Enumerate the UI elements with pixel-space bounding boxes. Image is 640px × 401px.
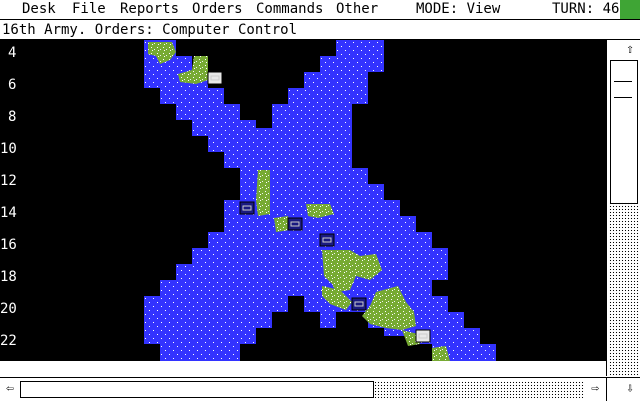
horizontal-scrollbar[interactable]: ⇦ ⇨: [0, 377, 606, 401]
row-label: 8: [8, 109, 17, 125]
menu-commands[interactable]: Commands: [256, 0, 323, 19]
row-label: 10: [0, 141, 17, 157]
vertical-scroll-trough[interactable]: [609, 202, 639, 376]
tank-unit-icon[interactable]: [351, 297, 367, 311]
up-arrow-icon: ⇧: [626, 42, 634, 57]
menu-desk[interactable]: Desk: [22, 0, 56, 19]
down-arrow-icon: ⇩: [626, 381, 634, 396]
scroll-right-button[interactable]: ⇨: [586, 381, 604, 397]
sea-water: [144, 40, 496, 361]
horizontal-scroll-track[interactable]: [18, 381, 586, 398]
status-bar: 16th Army. Orders: Computer Control: [0, 20, 640, 40]
row-label: 18: [0, 269, 17, 285]
hq-unit-icon[interactable]: [207, 71, 223, 85]
map-view[interactable]: 4 6 8 10 12 14 16 18 20 22 62 64 66 68 7…: [0, 40, 606, 361]
horizontal-scroll-trough[interactable]: [374, 381, 584, 398]
row-label: 22: [0, 333, 17, 349]
row-label: 12: [0, 173, 17, 189]
row-label: 20: [0, 301, 17, 317]
hq-unit-icon[interactable]: [415, 329, 431, 343]
vertical-scroll-track[interactable]: [609, 60, 639, 376]
menu-orders[interactable]: Orders: [192, 0, 243, 19]
row-label: 4: [8, 45, 17, 61]
status-text: 16th Army. Orders: Computer Control: [2, 22, 298, 38]
menu-reports[interactable]: Reports: [120, 0, 179, 19]
tank-unit-icon[interactable]: [287, 217, 303, 231]
window-accent: [620, 0, 640, 19]
vertical-scrollbar[interactable]: ⇧: [606, 40, 640, 376]
horizontal-scroll-thumb[interactable]: [20, 381, 374, 398]
scroll-left-button[interactable]: ⇦: [2, 381, 18, 397]
row-label: 14: [0, 205, 17, 221]
scroll-up-button[interactable]: ⇧: [621, 42, 639, 58]
tank-unit-icon[interactable]: [239, 201, 255, 215]
island-center-north: [256, 170, 270, 216]
menu-other[interactable]: Other: [336, 0, 378, 19]
scroll-corner: ⇩: [606, 377, 640, 401]
menu-bar: Desk File Reports Orders Commands Other …: [0, 0, 640, 20]
tank-unit-icon[interactable]: [319, 233, 335, 247]
row-label: 6: [8, 77, 17, 93]
turn-indicator: TURN: 46: [552, 1, 620, 17]
menu-file[interactable]: File: [72, 0, 106, 19]
left-arrow-icon: ⇦: [6, 381, 14, 396]
vertical-scroll-thumb[interactable]: [610, 60, 638, 204]
water-terrain: [144, 40, 496, 361]
row-label: 16: [0, 237, 17, 253]
scroll-down-button[interactable]: ⇩: [621, 381, 639, 397]
map-canvas[interactable]: [0, 40, 606, 361]
mode-indicator: MODE: View: [416, 1, 501, 17]
right-arrow-icon: ⇨: [591, 381, 599, 396]
